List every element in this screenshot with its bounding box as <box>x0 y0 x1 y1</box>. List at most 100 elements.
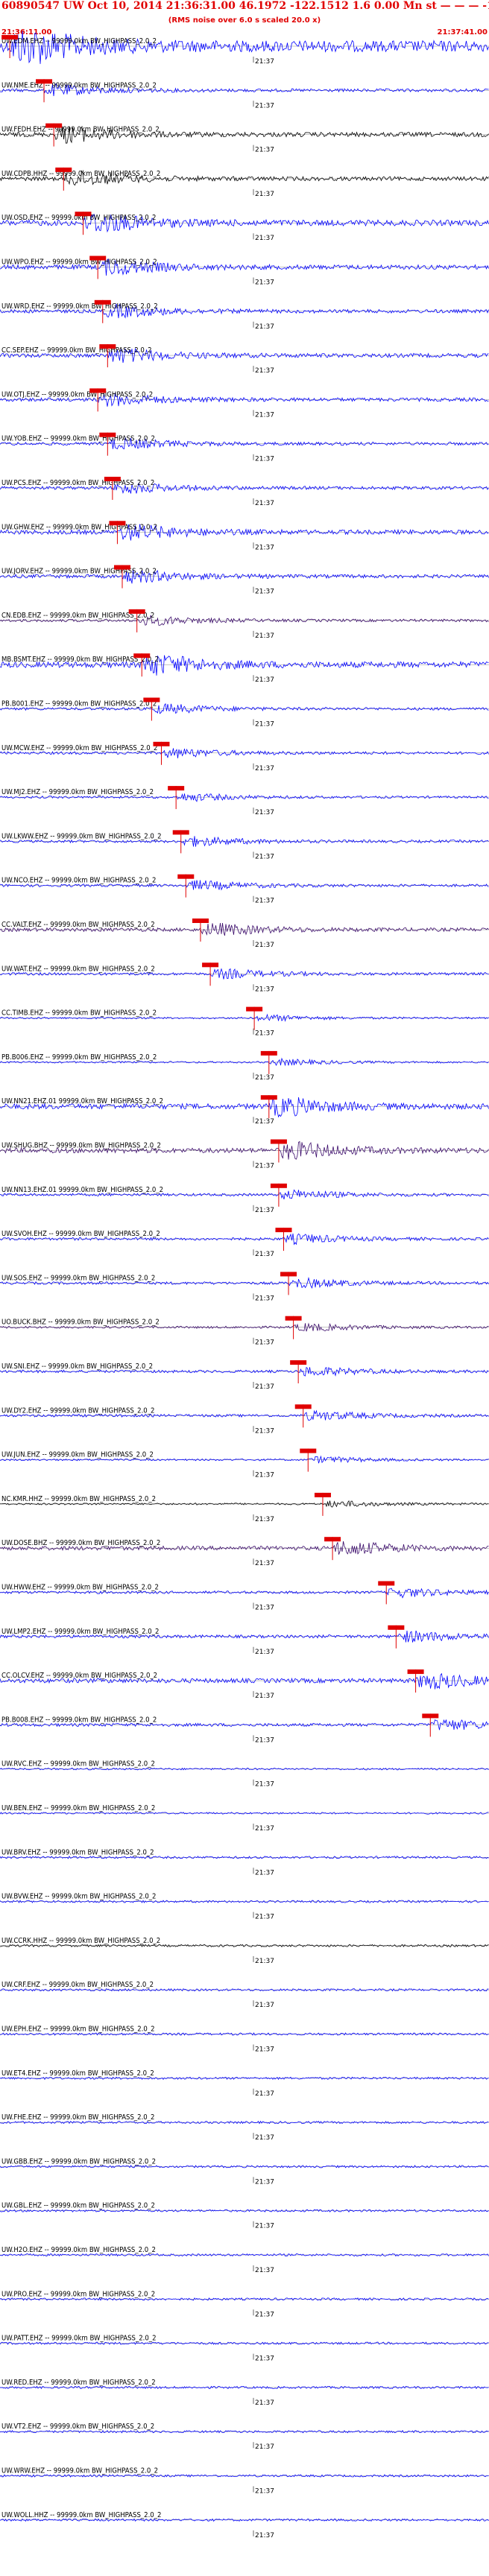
minute-tick-label: 21:37 <box>255 898 274 905</box>
minute-tick-label: 21:37 <box>255 279 274 287</box>
trace: 21:37 UW.OTJ.EHZ -- 99999.0km BW_HIGHPASS… <box>0 388 489 419</box>
trace: 21:37 UW.PCS.EHZ -- 99999.0km BW_HIGHPASS… <box>0 477 489 507</box>
trace-label: UW.SNI.EHZ -- 99999.0km BW_HIGHPASS_2.0_… <box>1 1362 153 1371</box>
trace-label: CC.SEP.EHZ -- 99999.0km BW_HIGHPASS_2.0_… <box>1 346 152 355</box>
trace: 21:37 NC.KMR.HHZ -- 99999.0km BW_HIGHPASS… <box>0 1492 489 1523</box>
trace-label: PB.B006.EHZ -- 99999.0km BW_HIGHPASS_2.0… <box>1 1053 157 1062</box>
trace-label: UW.CDPB.HHZ -- 99999.0km BW_HIGHPASS_2.0… <box>1 170 160 178</box>
trace-label: UW.NN13.EHZ.01 99999.0km BW_HIGHPASS_2.0… <box>1 1186 163 1194</box>
trace-label: UW.GBB.EHZ -- 99999.0km BW_HIGHPASS_2.0_… <box>1 2157 156 2166</box>
minute-tick-label: 21:37 <box>255 632 274 640</box>
minute-tick-label: 21:37 <box>255 1560 274 1567</box>
trace-label: CC.TIMB.EHZ -- 99999.0km BW_HIGHPASS_2.0… <box>1 1009 157 1018</box>
minute-tick-label: 21:37 <box>255 1163 274 1170</box>
minute-tick-label: 21:37 <box>255 1339 274 1347</box>
trace: 21:37 UW.JORV.EHZ -- 99999.0km BW_HIGHPAS… <box>0 565 489 596</box>
minute-tick-label: 21:37 <box>255 323 274 331</box>
trace-label: UW.HWW.EHZ -- 99999.0km BW_HIGHPASS_2.0_… <box>1 1584 159 1592</box>
trace: 21:37 PB.B008.EHZ -- 99999.0km BW_HIGHPAS… <box>0 1713 489 1744</box>
minute-tick-label: 21:37 <box>255 2134 274 2142</box>
trace-label: UW.FEDH.EHZ -- 99999.0km BW_HIGHPASS_2.0… <box>1 126 160 134</box>
trace-label: UW.DY2.EHZ -- 99999.0km BW_HIGHPASS_2.0_… <box>1 1406 154 1415</box>
minute-tick-label: 21:37 <box>255 1207 274 1214</box>
trace-label: UW.GBL.EHZ -- 99999.0km BW_HIGHPASS_2.0_… <box>1 2202 155 2210</box>
trace: 21:37 UW.ET4.EHZ -- 99999.0km BW_HIGHPASS… <box>0 2069 489 2098</box>
trace: 21:37 UW.H2O.EHZ -- 99999.0km BW_HIGHPASS… <box>0 2246 489 2274</box>
minute-tick-label: 21:37 <box>255 1118 274 1126</box>
trace-label: UW.NCO.EHZ -- 99999.0km BW_HIGHPASS_2.0_… <box>1 877 156 885</box>
minute-tick-label: 21:37 <box>255 1251 274 1258</box>
trace: 21:37 UW.BRV.EHZ -- 99999.0km BW_HIGHPASS… <box>0 1848 489 1877</box>
trace: 21:37 UW.HWW.EHZ -- 99999.0km BW_HIGHPASS… <box>0 1581 489 1612</box>
minute-tick-label: 21:37 <box>255 1869 274 1877</box>
trace-label: UW.WPO.EHZ -- 99999.0km BW_HIGHPASS_2.0_… <box>1 258 157 267</box>
minute-tick-label: 21:37 <box>255 2399 274 2407</box>
trace-label: UW.PATT.EHZ -- 99999.0km BW_HIGHPASS_2.0… <box>1 2335 157 2343</box>
trace-label: UW.BVW.EHZ -- 99999.0km BW_HIGHPASS_2.0_… <box>1 1893 157 1901</box>
trace-label: UW.BRV.EHZ -- 99999.0km BW_HIGHPASS_2.0_… <box>1 1848 154 1856</box>
trace: 21:37 UW.SVOH.EHZ -- 99999.0km BW_HIGHPAS… <box>0 1228 489 1258</box>
trace-label: UW.FHE.EHZ -- 99999.0km BW_HIGHPASS_2.0_… <box>1 2113 154 2122</box>
trace: 21:37 UW.PRO.EHZ -- 99999.0km BW_HIGHPASS… <box>0 2290 489 2318</box>
minute-tick-label: 21:37 <box>255 809 274 816</box>
minute-tick-label: 21:37 <box>255 1295 274 1302</box>
trace: 21:37 UW.GBL.EHZ -- 99999.0km BW_HIGHPASS… <box>0 2202 489 2230</box>
minute-tick-label: 21:37 <box>255 1693 274 1700</box>
trace-label: UW.PCS.EHZ -- 99999.0km BW_HIGHPASS_2.0_… <box>1 479 154 487</box>
trace: 21:37 UW.PATT.EHZ -- 99999.0km BW_HIGHPAS… <box>0 2335 489 2363</box>
trace-label: UW.SVOH.EHZ -- 99999.0km BW_HIGHPASS_2.0… <box>1 1230 160 1238</box>
trace: 21:37 UW.BEN.EHZ -- 99999.0km BW_HIGHPASS… <box>0 1804 489 1833</box>
waveform <box>0 31 489 64</box>
minute-tick-label: 21:37 <box>255 942 274 949</box>
minute-tick-label: 21:37 <box>255 2488 274 2496</box>
trace: 21:37 UW.BVW.EHZ -- 99999.0km BW_HIGHPASS… <box>0 1893 489 1921</box>
minute-tick-label: 21:37 <box>255 2046 274 2054</box>
minute-tick-label: 21:37 <box>255 1383 274 1391</box>
trace: 21:37 CC.VALT.EHZ -- 99999.0km BW_HIGHPAS… <box>0 919 489 949</box>
trace: 21:37 UW.WOLL.HHZ -- 99999.0km BW_HIGHPAS… <box>0 2511 489 2539</box>
trace-label: UW.ET4.EHZ -- 99999.0km BW_HIGHPASS_2.0_… <box>1 2069 154 2078</box>
minute-tick-label: 21:37 <box>255 1781 274 1789</box>
minute-tick-label: 21:37 <box>255 2002 274 2009</box>
minute-tick-label: 21:37 <box>255 544 274 551</box>
minute-tick-label: 21:37 <box>255 1958 274 1965</box>
trace: 21:37 UW.LKWW.EHZ -- 99999.0km BW_HIGHPAS… <box>0 830 489 860</box>
minute-tick-label: 21:37 <box>255 411 274 419</box>
trace-label: UW.WRW.EHZ -- 99999.0km BW_HIGHPASS_2.0_… <box>1 2467 158 2475</box>
minute-tick-label: 21:37 <box>255 853 274 860</box>
trace: 21:37 UW.SNI.EHZ -- 99999.0km BW_HIGHPASS… <box>0 1360 489 1391</box>
trace-label: CC.VALT.EHZ -- 99999.0km BW_HIGHPASS_2.0… <box>1 921 155 929</box>
trace: 21:37 UW.WAT.EHZ -- 99999.0km BW_HIGHPASS… <box>0 962 489 993</box>
trace: 21:37 UW.NN21.EHZ.01 99999.0km BW_HIGHPAS… <box>0 1095 489 1126</box>
minute-tick-label: 21:37 <box>255 1914 274 1921</box>
minute-tick-label: 21:37 <box>255 102 274 110</box>
trace-label: CC.OLCV.EHZ -- 99999.0km BW_HIGHPASS_2.0… <box>1 1672 157 1680</box>
trace-label: UW.BEN.EHZ -- 99999.0km BW_HIGHPASS_2.0_… <box>1 1804 155 1812</box>
minute-tick-label: 21:37 <box>255 2267 274 2274</box>
minute-tick-label: 21:37 <box>255 589 274 596</box>
trace-label: UW.DOSE.BHZ -- 99999.0km BW_HIGHPASS_2.0… <box>1 1539 160 1547</box>
trace-label: UW.MJ2.EHZ -- 99999.0km BW_HIGHPASS_2.0_… <box>1 788 154 796</box>
trace: 21:37 UW.FHE.EHZ -- 99999.0km BW_HIGHPASS… <box>0 2113 489 2142</box>
trace: 21:37 UW.RED.EHZ -- 99999.0km BW_HIGHPASS… <box>0 2379 489 2407</box>
trace: 21:37 UW.EDM.EHZ -- 99999.0km BW_HIGHPASS… <box>0 31 489 66</box>
trace-label: UW.PRO.EHZ -- 99999.0km BW_HIGHPASS_2.0_… <box>1 2290 155 2298</box>
trace: 21:37 UW.WRD.EHZ -- 99999.0km BW_HIGHPASS… <box>0 299 489 331</box>
trace-label: PB.B008.EHZ -- 99999.0km BW_HIGHPASS_2.0… <box>1 1716 157 1724</box>
trace-label: UW.MCW.EHZ -- 99999.0km BW_HIGHPASS_2.0_… <box>1 744 157 752</box>
minute-tick-label: 21:37 <box>255 58 274 66</box>
trace-label: UW.VT2.EHZ -- 99999.0km BW_HIGHPASS_2.0_… <box>1 2423 154 2431</box>
trace: 21:37 CC.SEP.EHZ -- 99999.0km BW_HIGHPASS… <box>0 344 489 375</box>
trace: 21:37 PB.B001.EHZ -- 99999.0km BW_HIGHPAS… <box>0 697 489 729</box>
trace: 21:37UW.OSD.EHZ -- 99999.0km BW_HIGHPASS… <box>0 212 489 242</box>
trace: 21:37 UW.GHW.EHZ -- 99999.0km BW_HIGHPASS… <box>0 521 489 551</box>
minute-tick-label: 21:37 <box>255 2532 274 2539</box>
trace: 21:37 UW.NN13.EHZ.01 99999.0km BW_HIGHPAS… <box>0 1183 489 1214</box>
minute-tick-label: 21:37 <box>255 191 274 198</box>
trace: 21:37 UW.JUN.EHZ -- 99999.0km BW_HIGHPASS… <box>0 1448 489 1479</box>
trace-label: UO.BUCK.BHZ -- 99999.0km BW_HIGHPASS_2.0… <box>1 1319 160 1327</box>
trace-label: UW.EPH.EHZ -- 99999.0km BW_HIGHPASS_2.0_… <box>1 2025 155 2034</box>
minute-tick-label: 21:37 <box>255 1825 274 1833</box>
trace: 21:37CN.EDB.EHZ -- 99999.0km BW_HIGHPASS… <box>0 609 489 640</box>
trace-label: UW.NN21.EHZ.01 99999.0km BW_HIGHPASS_2.0… <box>1 1097 163 1105</box>
